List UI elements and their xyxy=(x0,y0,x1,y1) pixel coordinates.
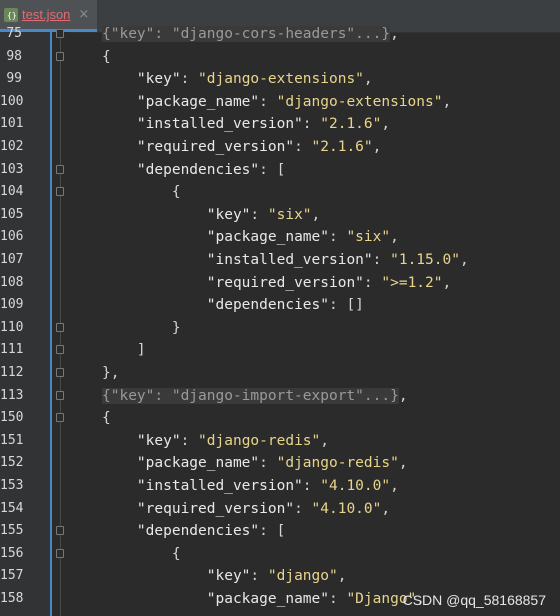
code-line[interactable]: 113 {"key": "django-import-export"...}, xyxy=(0,385,560,407)
code-line[interactable]: 110 } xyxy=(0,317,560,339)
code-line[interactable]: 98 { xyxy=(0,46,560,68)
line-number: 104 xyxy=(0,184,24,200)
code-line[interactable]: 152 "package_name": "django-redis", xyxy=(0,452,560,474)
watermark: CSDN @qq_58168857 xyxy=(402,592,546,608)
code-editor[interactable]: {} test.json × 75 {"key": "django-cors-he… xyxy=(0,0,560,616)
line-number: 106 xyxy=(0,229,24,245)
line-number: 109 xyxy=(0,297,24,313)
line-number: 153 xyxy=(0,478,24,493)
code-text: "key": "django-redis", xyxy=(136,432,329,449)
line-number: 107 xyxy=(0,252,24,267)
code-line[interactable]: 109 "dependencies": [] xyxy=(0,294,560,316)
tab-label: test.json xyxy=(22,7,71,22)
code-line[interactable]: 151 "key": "django-redis", xyxy=(0,430,560,452)
line-number: 108 xyxy=(0,274,24,290)
collapsed-region[interactable]: {"key": "django-cors-headers"...} xyxy=(102,26,391,42)
code-text: } xyxy=(102,319,181,336)
code-text: "package_name": "django-redis", xyxy=(136,455,408,472)
code-text: "dependencies": [ xyxy=(136,523,286,540)
code-text: "package_name": "django-extensions", xyxy=(136,93,452,110)
fold-toggle-icon[interactable] xyxy=(56,345,64,355)
code-text: { xyxy=(102,48,111,65)
line-number: 155 xyxy=(0,523,24,539)
code-text: "key": "django", xyxy=(206,568,347,585)
code-text: "installed_version": "4.10.0", xyxy=(136,478,399,494)
code-line[interactable]: 157 "key": "django", xyxy=(0,565,560,587)
code-text: {"key": "django-import-export"...}, xyxy=(102,387,408,404)
code-text: {"key": "django-cors-headers"...}, xyxy=(102,26,399,42)
code-text: { xyxy=(102,184,181,201)
line-number: 151 xyxy=(0,432,24,448)
code-line[interactable]: 107 "installed_version": "1.15.0", xyxy=(0,249,560,271)
code-line[interactable]: 108 "required_version": ">=1.2", xyxy=(0,272,560,294)
code-line[interactable]: 100 "package_name": "django-extensions", xyxy=(0,91,560,113)
line-number: 110 xyxy=(0,319,24,335)
code-line[interactable]: 150 { xyxy=(0,407,560,429)
code-line[interactable]: 105 "key": "six", xyxy=(0,204,560,226)
line-number: 158 xyxy=(0,591,24,606)
line-number: 152 xyxy=(0,455,24,471)
fold-toggle-icon[interactable] xyxy=(56,548,64,558)
code-line[interactable]: 101 "installed_version": "2.1.6", xyxy=(0,113,560,135)
code-text: "dependencies": [ xyxy=(136,161,286,178)
line-number: 111 xyxy=(0,342,24,358)
line-number: 105 xyxy=(0,206,24,222)
code-text: "dependencies": [] xyxy=(206,297,364,314)
code-text: "installed_version": "2.1.6", xyxy=(136,116,391,133)
code-text: "key": "django-extensions", xyxy=(136,71,373,88)
code-text: { xyxy=(102,410,111,427)
line-number: 100 xyxy=(0,93,24,109)
line-number: 157 xyxy=(0,568,24,584)
line-number: 150 xyxy=(0,410,24,426)
code-line[interactable]: 112}, xyxy=(0,362,560,384)
code-line[interactable]: 155 "dependencies": [ xyxy=(0,520,560,542)
code-text: "package_name": "six", xyxy=(206,229,399,246)
code-line[interactable]: 99 "key": "django-extensions", xyxy=(0,68,560,90)
fold-toggle-icon[interactable] xyxy=(56,164,64,174)
collapsed-region[interactable]: {"key": "django-import-export"...} xyxy=(102,387,399,404)
line-number: 101 xyxy=(0,116,24,132)
code-line[interactable]: 106 "package_name": "six", xyxy=(0,226,560,248)
code-line[interactable]: 156 { xyxy=(0,543,560,565)
fold-toggle-icon[interactable] xyxy=(56,390,64,400)
close-icon[interactable]: × xyxy=(78,7,89,22)
fold-toggle-icon[interactable] xyxy=(56,187,64,197)
line-number: 99 xyxy=(6,71,22,87)
code-line[interactable]: 102 "required_version": "2.1.6", xyxy=(0,136,560,158)
line-number: 154 xyxy=(0,500,24,516)
code-text: "required_version": ">=1.2", xyxy=(206,274,452,291)
line-number: 75 xyxy=(6,26,22,41)
line-number: 103 xyxy=(0,161,24,177)
fold-toggle-icon[interactable] xyxy=(56,526,64,536)
fold-toggle-icon[interactable] xyxy=(56,29,64,38)
line-number: 156 xyxy=(0,545,24,561)
svg-text:{}: {} xyxy=(7,11,16,20)
code-line[interactable]: 104 { xyxy=(0,181,560,203)
code-text: { xyxy=(102,545,181,562)
fold-toggle-icon[interactable] xyxy=(56,322,64,332)
code-text: "installed_version": "1.15.0", xyxy=(206,252,469,268)
code-text: }, xyxy=(102,365,120,381)
code-text: "key": "six", xyxy=(206,206,321,223)
code-line[interactable]: 154 "required_version": "4.10.0", xyxy=(0,498,560,520)
code-text: ] xyxy=(102,342,146,359)
json-file-icon: {} xyxy=(4,7,18,22)
line-number: 112 xyxy=(0,365,24,380)
line-number: 98 xyxy=(6,48,22,64)
code-text: "required_version": "2.1.6", xyxy=(136,139,382,155)
code-line[interactable]: 75 {"key": "django-cors-headers"...}, xyxy=(0,23,560,45)
fold-toggle-icon[interactable] xyxy=(56,413,64,423)
code-text: "package_name": "Django", xyxy=(206,591,426,607)
code-line[interactable]: 153 "installed_version": "4.10.0", xyxy=(0,475,560,497)
line-number: 102 xyxy=(0,139,24,154)
code-line[interactable]: 103 "dependencies": [ xyxy=(0,159,560,181)
fold-toggle-icon[interactable] xyxy=(56,368,64,377)
line-number: 113 xyxy=(0,387,24,403)
fold-toggle-icon[interactable] xyxy=(56,51,64,61)
code-line[interactable]: 111 ] xyxy=(0,339,560,361)
code-text: "required_version": "4.10.0", xyxy=(136,500,391,517)
